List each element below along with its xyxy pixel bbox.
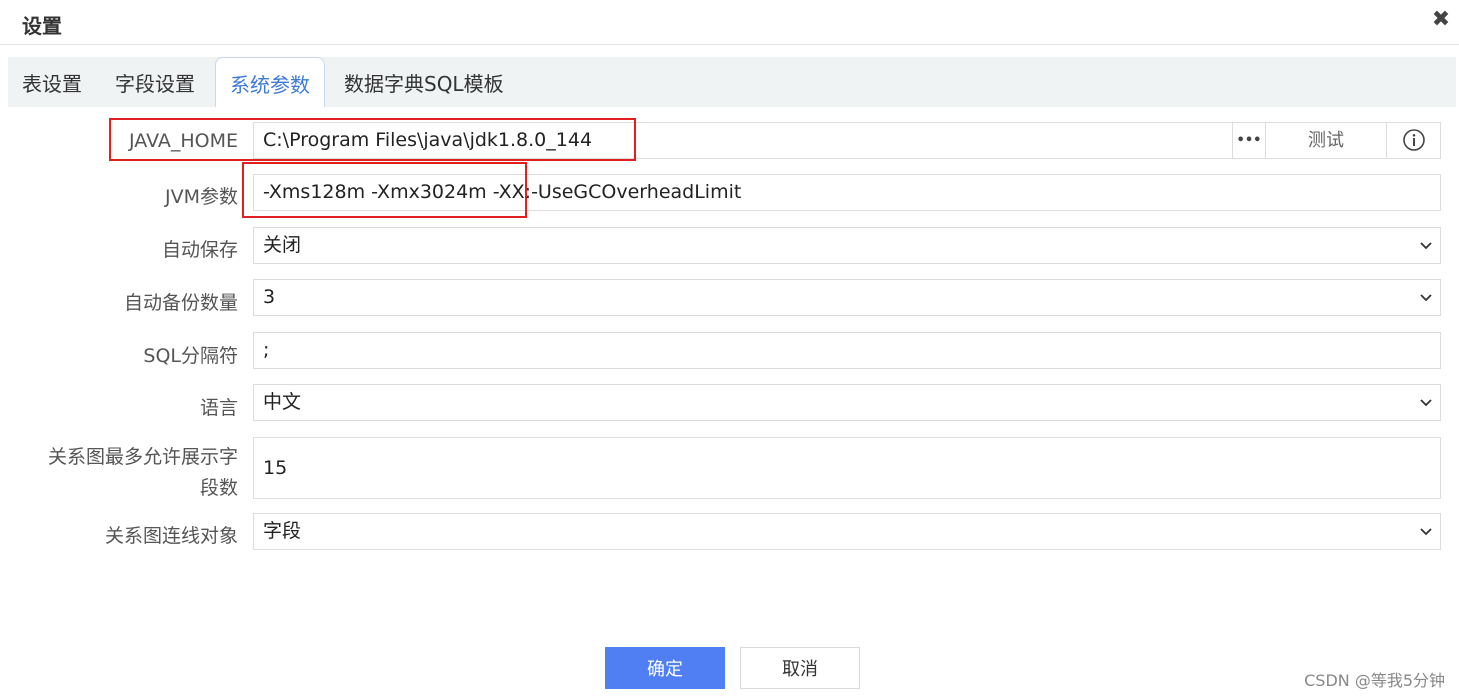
max-fields-label-line2: 段数 [199, 477, 238, 499]
jvm-input[interactable]: -Xms128m -Xmx3024m -XX:-UseGCOverheadLim… [253, 174, 1441, 211]
autosave-label: 自动保存 [161, 239, 238, 261]
tab-system-params[interactable]: 系统参数 [215, 57, 325, 107]
watermark: CSDN @等我5分钟 [1304, 671, 1445, 690]
chevron-down-icon [1420, 242, 1432, 250]
backup-count-select[interactable]: 3 [253, 279, 1441, 316]
tab-table-settings[interactable]: 表设置 [8, 57, 96, 107]
link-target-value: 字段 [263, 520, 302, 542]
java-home-value: C:\Program Files\java\jdk1.8.0_144 [263, 129, 593, 151]
info-icon[interactable] [1386, 123, 1440, 158]
dialog-titlebar: 设置 ✖ [0, 0, 1459, 45]
dialog-title: 设置 [22, 14, 62, 38]
autosave-select[interactable]: 关闭 [253, 227, 1441, 264]
ok-button[interactable]: 确定 [605, 647, 725, 689]
test-button[interactable]: 测试 [1265, 123, 1386, 158]
language-select[interactable]: 中文 [253, 384, 1441, 421]
link-target-select[interactable]: 字段 [253, 513, 1441, 550]
sql-separator-input[interactable]: ; [253, 332, 1441, 369]
max-fields-input[interactable]: 15 [253, 437, 1441, 499]
sql-separator-label: SQL分隔符 [143, 345, 238, 367]
cancel-button[interactable]: 取消 [740, 647, 860, 689]
chevron-down-icon [1420, 294, 1432, 302]
more-icon[interactable]: ••• [1232, 123, 1265, 158]
backup-count-label: 自动备份数量 [123, 292, 238, 314]
link-target-label: 关系图连线对象 [104, 525, 238, 547]
close-icon[interactable]: ✖ [1430, 8, 1452, 32]
jvm-label: JVM参数 [165, 186, 238, 208]
autosave-value: 关闭 [263, 234, 302, 256]
tab-field-settings[interactable]: 字段设置 [101, 57, 209, 107]
chevron-down-icon [1420, 399, 1432, 407]
tab-dict-sql-template[interactable]: 数据字典SQL模板 [330, 57, 518, 107]
language-value: 中文 [263, 391, 302, 413]
chevron-down-icon [1420, 528, 1432, 536]
backup-count-value: 3 [263, 286, 276, 308]
tab-bar: 表设置 字段设置 系统参数 数据字典SQL模板 [8, 57, 1456, 107]
java-home-field[interactable]: C:\Program Files\java\jdk1.8.0_144 ••• 测… [253, 122, 1441, 159]
max-fields-label-line1: 关系图最多允许展示字 [47, 446, 238, 468]
language-label: 语言 [199, 397, 238, 419]
java-home-label: JAVA_HOME [129, 130, 238, 152]
